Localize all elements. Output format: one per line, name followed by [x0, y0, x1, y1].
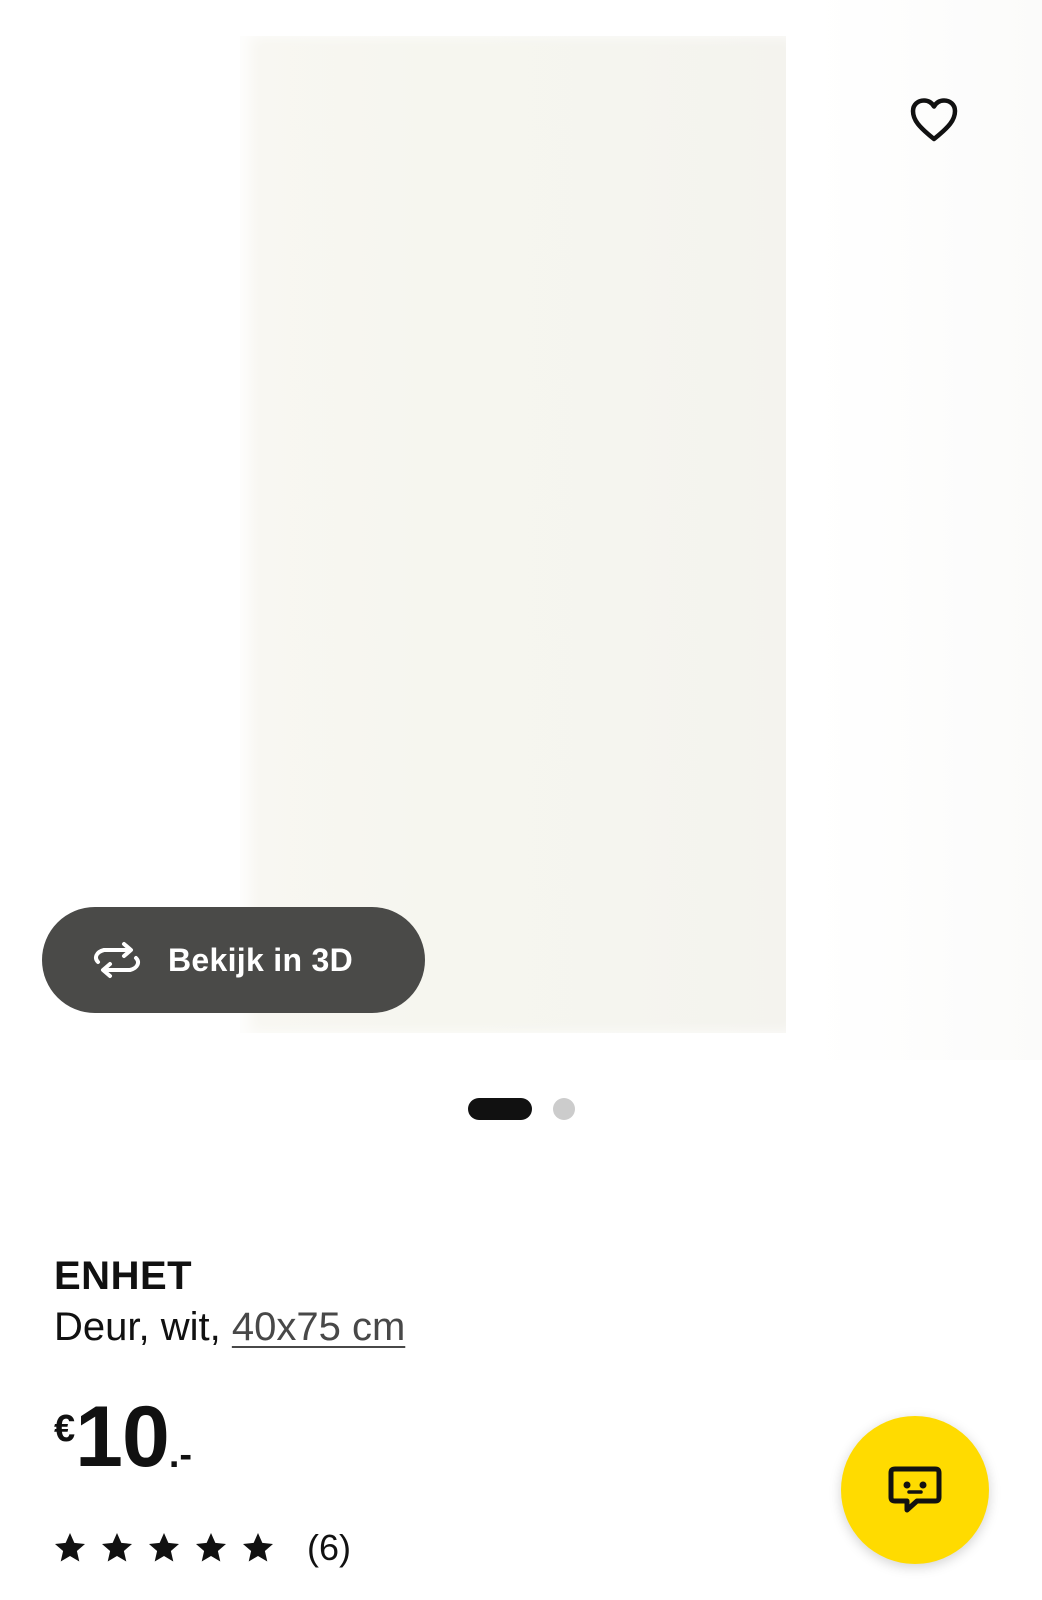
star-icon: [102, 1533, 132, 1562]
favorite-button[interactable]: [906, 92, 962, 148]
image-pager: [0, 1098, 1042, 1120]
heart-icon: [910, 98, 958, 142]
pager-dot[interactable]: [553, 1098, 575, 1120]
product-gallery[interactable]: Bekijk in 3D: [0, 0, 1042, 1060]
star-icon: [196, 1533, 226, 1562]
chat-button[interactable]: [841, 1416, 989, 1564]
star-icon: [149, 1533, 179, 1562]
price-integer: 10: [75, 1389, 170, 1485]
view-in-3d-label: Bekijk in 3D: [168, 941, 354, 978]
product-page: Bekijk in 3D ENHET Deur, wit, 40x75 cm €…: [0, 0, 1042, 1600]
product-rating[interactable]: (6): [52, 1527, 351, 1568]
price-decimal: .-: [168, 1434, 193, 1476]
product-image[interactable]: [240, 36, 786, 1033]
pager-dot-active[interactable]: [468, 1098, 532, 1120]
product-name: ENHET: [54, 1254, 193, 1298]
product-size-link[interactable]: 40x75 cm: [232, 1305, 405, 1349]
star-icon: [55, 1533, 85, 1562]
product-price: € 10 .-: [54, 1394, 192, 1494]
star-icon: [243, 1533, 273, 1562]
chat-bubble-icon: [888, 1466, 942, 1513]
price-currency: €: [54, 1408, 76, 1450]
rotate-3d-icon: [88, 940, 146, 980]
view-in-3d-button[interactable]: Bekijk in 3D: [42, 907, 425, 1013]
product-description: Deur, wit, 40x75 cm: [54, 1305, 405, 1350]
product-description-text: Deur, wit,: [54, 1305, 232, 1349]
rating-count: (6): [307, 1527, 351, 1568]
